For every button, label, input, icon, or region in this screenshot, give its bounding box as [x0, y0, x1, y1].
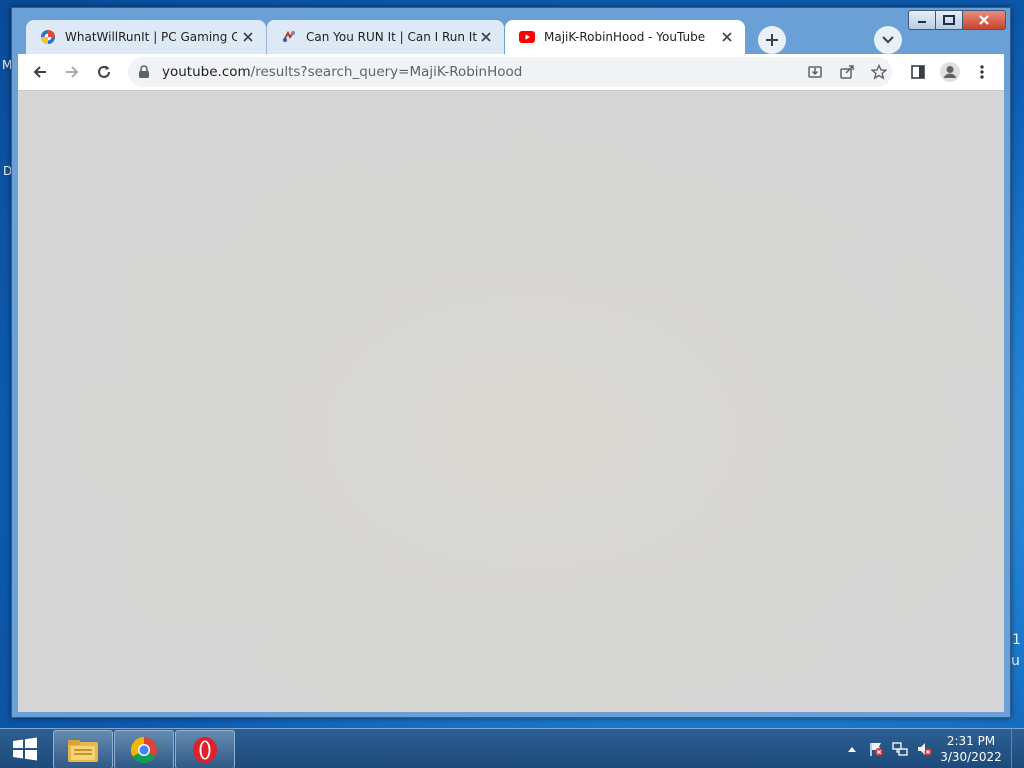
- back-button[interactable]: [26, 58, 54, 86]
- lock-icon[interactable]: [138, 64, 150, 83]
- whatwillrunit-icon: [40, 29, 56, 45]
- install-app-icon[interactable]: [804, 61, 826, 83]
- bookmark-star-icon[interactable]: [868, 61, 890, 83]
- system-tray: 2:31 PM 3/30/2022: [844, 729, 1024, 768]
- file-explorer-icon: [68, 739, 98, 762]
- profile-button[interactable]: [936, 58, 964, 86]
- network-icon[interactable]: [892, 741, 908, 757]
- clock-date: 3/30/2022: [940, 750, 1002, 764]
- volume-muted-icon[interactable]: [916, 741, 932, 757]
- share-icon[interactable]: [836, 61, 858, 83]
- action-center-flag-icon[interactable]: [868, 741, 884, 757]
- desktop-glyph: u: [1011, 653, 1020, 669]
- side-panel-button[interactable]: [904, 58, 932, 86]
- avatar-icon: [940, 62, 960, 82]
- reload-button[interactable]: [90, 58, 118, 86]
- close-tab-icon[interactable]: [719, 29, 735, 45]
- page-content[interactable]: [18, 90, 1004, 712]
- tab-search-button[interactable]: [874, 26, 902, 54]
- address-bar[interactable]: youtube.com/results?search_query=MajiK-R…: [128, 57, 892, 87]
- arrow-right-icon: [66, 66, 79, 78]
- close-tab-icon[interactable]: [240, 29, 256, 45]
- windows-logo-icon: [13, 737, 37, 761]
- taskbar-chrome[interactable]: [114, 730, 174, 768]
- reload-icon: [98, 65, 110, 78]
- kebab-menu-icon: [980, 65, 984, 79]
- side-panel-icon: [911, 65, 925, 79]
- clock[interactable]: 2:31 PM 3/30/2022: [936, 733, 1006, 765]
- clock-time: 2:31 PM: [946, 734, 996, 748]
- opera-icon: [193, 736, 217, 763]
- youtube-icon: [519, 29, 535, 45]
- chevron-down-icon: [882, 36, 894, 44]
- tab-youtube[interactable]: MajiK-RobinHood - YouTube: [505, 20, 745, 54]
- plus-icon: [766, 34, 778, 46]
- arrow-left-icon: [33, 66, 46, 78]
- tab-title: MajiK-RobinHood - YouTube: [544, 30, 706, 44]
- chrome-icon: [130, 736, 157, 763]
- start-button[interactable]: [0, 729, 50, 768]
- url-host: youtube.com: [162, 64, 251, 80]
- tab-strip: WhatWillRunIt | PC Gaming Com Can You RU…: [18, 18, 1010, 54]
- url-path: /results?search_query=MajiK-RobinHood: [250, 64, 523, 80]
- browser-window: WhatWillRunIt | PC Gaming Com Can You RU…: [11, 7, 1011, 718]
- new-tab-button[interactable]: [758, 26, 786, 54]
- browser-toolbar: youtube.com/results?search_query=MajiK-R…: [18, 54, 1004, 90]
- menu-button[interactable]: [968, 58, 996, 86]
- close-tab-icon[interactable]: [478, 29, 494, 45]
- taskbar-opera[interactable]: [175, 730, 235, 768]
- canyourunit-icon: [281, 29, 297, 45]
- tab-canyourunit[interactable]: Can You RUN It | Can I Run It | Ca: [266, 20, 504, 54]
- show-desktop-button[interactable]: [1011, 729, 1024, 768]
- desktop-glyph: 1: [1012, 632, 1021, 648]
- show-hidden-icons-icon[interactable]: [844, 741, 860, 757]
- taskbar: 2:31 PM 3/30/2022: [0, 728, 1024, 768]
- tab-title: WhatWillRunIt | PC Gaming Com: [65, 30, 237, 44]
- url-text[interactable]: youtube.com/results?search_query=MajiK-R…: [162, 64, 522, 80]
- tab-title: Can You RUN It | Can I Run It | Ca: [306, 30, 478, 44]
- taskbar-file-explorer[interactable]: [53, 730, 113, 768]
- tab-whatwillrunit[interactable]: WhatWillRunIt | PC Gaming Com: [26, 20, 266, 54]
- forward-button[interactable]: [58, 58, 86, 86]
